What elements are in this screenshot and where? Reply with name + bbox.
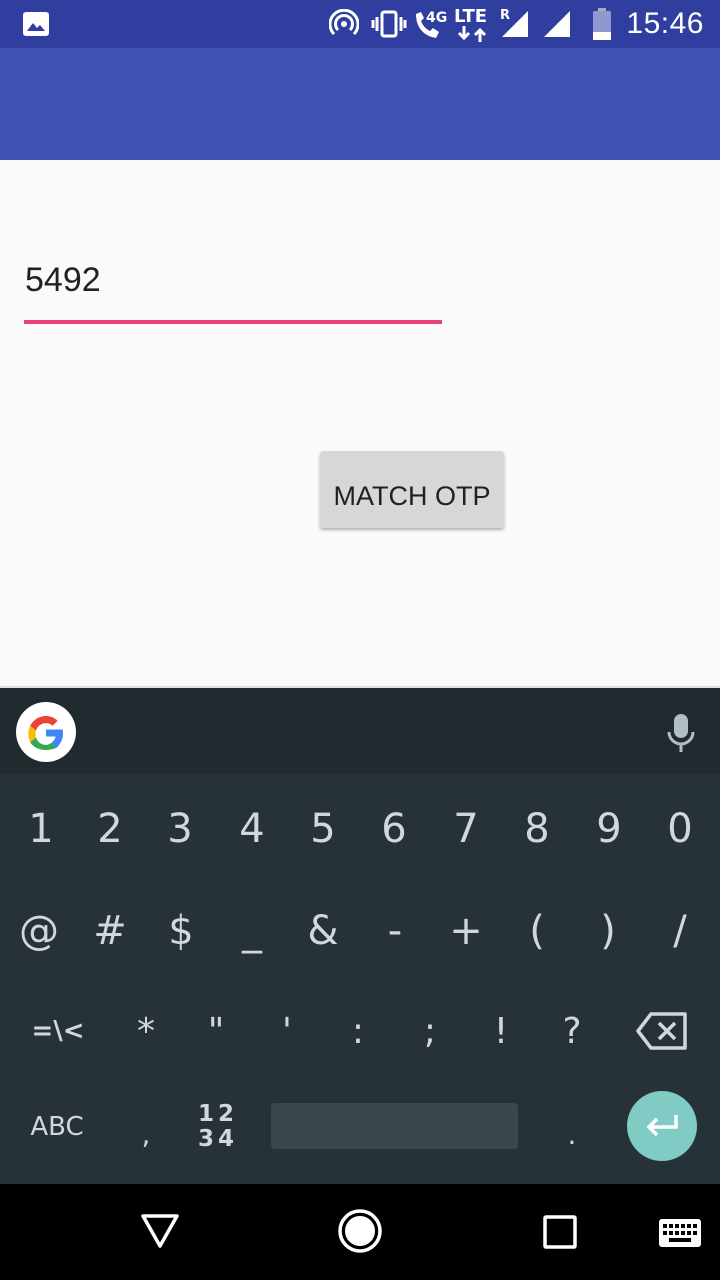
key-1[interactable]: 1 — [5, 774, 77, 884]
key-6[interactable]: 6 — [358, 774, 430, 884]
main-content: MATCH OTP — [0, 160, 720, 686]
back-icon[interactable] — [140, 1212, 180, 1255]
key-9[interactable]: 9 — [573, 774, 645, 884]
match-otp-button[interactable]: MATCH OTP — [320, 451, 504, 528]
key-abc[interactable]: ABC — [18, 1074, 96, 1180]
otp-input[interactable] — [24, 252, 442, 324]
symbols-keyboard: 1 2 3 4 5 6 7 8 9 0 @ # $ _ & - + ( ) / … — [0, 774, 720, 1184]
keyboard-toolbar — [0, 686, 720, 774]
home-icon[interactable] — [337, 1208, 383, 1259]
key-double-quote[interactable]: " — [180, 978, 252, 1084]
key-5[interactable]: 5 — [287, 774, 359, 884]
enter-icon[interactable] — [627, 1091, 697, 1161]
key-2[interactable]: 2 — [74, 774, 146, 884]
key-asterisk[interactable]: * — [110, 978, 182, 1084]
volte-call-icon: 4G — [412, 0, 448, 48]
numpad-label-top: 12 — [197, 1101, 238, 1127]
navigation-bar — [0, 1184, 720, 1280]
key-at[interactable]: @ — [3, 878, 75, 984]
microphone-icon[interactable] — [666, 712, 696, 756]
app-bar — [0, 48, 720, 160]
key-minus[interactable]: - — [359, 878, 431, 984]
key-single-quote[interactable]: ' — [251, 978, 323, 1084]
key-8[interactable]: 8 — [501, 774, 573, 884]
key-open-paren[interactable]: ( — [501, 878, 573, 984]
key-exclamation[interactable]: ! — [465, 978, 537, 1084]
key-3[interactable]: 3 — [144, 774, 216, 884]
keyboard-switch-icon[interactable] — [658, 1218, 702, 1253]
key-more-symbols[interactable]: =\< — [16, 978, 100, 1084]
space-bar[interactable] — [271, 1103, 518, 1149]
status-time: 15:46 — [626, 7, 704, 40]
key-ampersand[interactable]: & — [287, 878, 359, 984]
key-question[interactable]: ? — [536, 978, 608, 1084]
numpad-label-bottom: 34 — [197, 1126, 238, 1152]
battery-icon — [588, 0, 616, 48]
key-4[interactable]: 4 — [216, 774, 288, 884]
key-period[interactable]: . — [536, 1074, 608, 1180]
key-slash[interactable]: / — [644, 878, 716, 984]
vibrate-icon — [370, 0, 408, 48]
image-icon — [20, 0, 52, 48]
key-plus[interactable]: + — [430, 878, 502, 984]
backspace-icon[interactable] — [626, 978, 698, 1084]
key-semicolon[interactable]: ; — [394, 978, 466, 1084]
roaming-label: R — [500, 8, 511, 23]
key-0[interactable]: 0 — [644, 774, 716, 884]
signal-icon — [540, 0, 574, 48]
network-type-label: 4G — [426, 10, 448, 26]
key-underscore[interactable]: _ — [216, 878, 288, 984]
lte-signal-icon: LTE — [452, 0, 496, 48]
key-7[interactable]: 7 — [430, 774, 502, 884]
key-numpad[interactable]: 12 34 — [186, 1074, 250, 1180]
roaming-signal-icon: R — [498, 0, 532, 48]
key-comma[interactable]: , — [110, 1074, 182, 1180]
key-close-paren[interactable]: ) — [572, 878, 644, 984]
recents-icon[interactable] — [542, 1214, 578, 1255]
status-bar: 4G LTE R 15:46 — [0, 0, 720, 48]
hotspot-icon — [328, 0, 360, 48]
key-colon[interactable]: : — [322, 978, 394, 1084]
key-hash[interactable]: # — [74, 878, 146, 984]
key-dollar[interactable]: $ — [145, 878, 217, 984]
google-icon[interactable] — [16, 702, 76, 762]
